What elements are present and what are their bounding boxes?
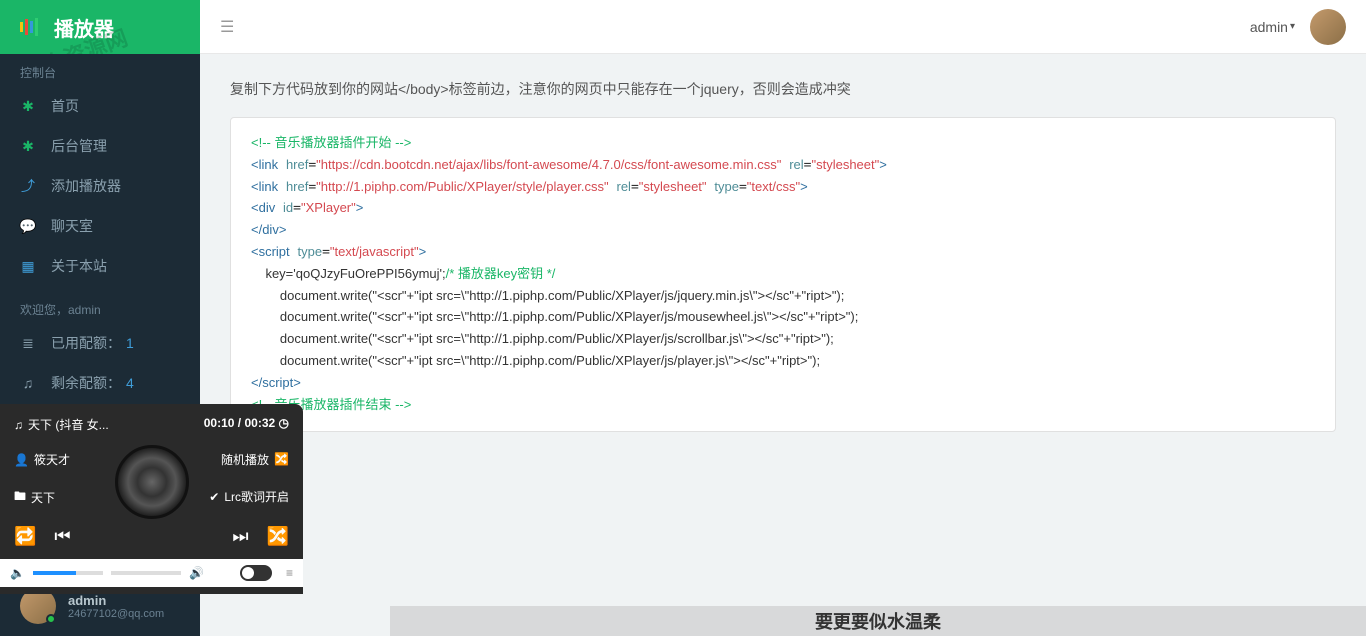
player-song: ♫天下 (抖音 女... (14, 416, 109, 433)
player-mode[interactable]: 随机播放 🔀 (221, 451, 289, 468)
status-badge (46, 614, 56, 624)
grid-icon: ▦ (20, 258, 36, 275)
sidebar-item-label: 后台管理 (51, 136, 107, 156)
prev-button[interactable]: ⏮ (54, 526, 70, 547)
sidebar-item-label: 首页 (51, 96, 79, 116)
music-icon: ♫ (20, 375, 36, 391)
sidebar-item-label: 聊天室 (51, 216, 93, 236)
volume-bar[interactable] (111, 571, 181, 575)
quota-used-value: 1 (126, 335, 134, 351)
player-time: 00:10 / 00:32 ◷ (204, 416, 289, 430)
quota-remain: ♫ 剩余配额： 4 (0, 363, 200, 403)
star-icon: ✱ (20, 138, 36, 155)
lyrics-text: 要更要似水温柔 (815, 608, 941, 634)
sidebar-item-home[interactable]: ✱ 首页 (0, 86, 200, 126)
logo-icon (20, 15, 44, 39)
username-label: admin (1250, 19, 1288, 35)
user-icon: 👤 (14, 453, 29, 467)
music-player: ♫天下 (抖音 女... 👤筱天才 🖿天下 🔁 ⏮ 00:10 / 00:32 … (0, 404, 303, 594)
sidebar-toggle-icon[interactable]: ☰ (220, 17, 234, 37)
repeat-button[interactable]: 🔁 (14, 526, 36, 547)
instruction-text: 复制下方代码放到你的网站</body>标签前边，注意你的网页中只能存在一个jqu… (230, 79, 1336, 99)
plus-icon: ⤴ (20, 176, 36, 196)
welcome-label: 欢迎您，admin (0, 286, 200, 323)
quota-used: ≣ 已用配额： 1 (0, 323, 200, 363)
sidebar-item-label: 关于本站 (51, 256, 107, 276)
player-footer: 🔈 🔊 ≡ (0, 559, 303, 587)
clock-icon: ◷ (279, 416, 289, 430)
user-email: 24677102@qq.com (68, 608, 164, 620)
check-icon: ✔ (209, 490, 219, 504)
menu-icon[interactable]: ≡ (286, 566, 293, 580)
star-icon: ✱ (20, 98, 36, 115)
progress-bar[interactable] (33, 571, 103, 575)
album-art[interactable] (115, 445, 189, 519)
caret-down-icon: ▾ (1290, 21, 1295, 32)
user-menu[interactable]: admin ▾ (1250, 9, 1346, 45)
user-info: admin 24677102@qq.com (68, 593, 164, 620)
main-content: 复制下方代码放到你的网站</body>标签前边，注意你的网页中只能存在一个jqu… (200, 54, 1366, 636)
next-button[interactable]: ⏭ (232, 526, 248, 547)
header: 播放器 ☰ admin ▾ (0, 0, 1366, 54)
quota-remain-value: 4 (126, 375, 134, 391)
user-name: admin (68, 593, 164, 608)
player-lrc-status[interactable]: ✔Lrc歌词开启 (209, 488, 289, 505)
folder-icon: 🖿 (14, 487, 26, 508)
sidebar-section-label: 控制台 (0, 54, 200, 86)
player-album: 🖿天下 (14, 487, 109, 508)
sidebar-item-about[interactable]: ▦ 关于本站 (0, 246, 200, 286)
sidebar-item-chat[interactable]: 💬 聊天室 (0, 206, 200, 246)
volume-mute-icon[interactable]: 🔈 (10, 566, 25, 580)
sidebar-item-label: 添加播放器 (51, 176, 121, 196)
avatar (1310, 9, 1346, 45)
volume-icon[interactable]: 🔊 (189, 566, 204, 580)
app-title: 播放器 (54, 13, 114, 42)
shuffle-button[interactable]: 🔀 (267, 526, 289, 547)
shuffle-icon: 🔀 (274, 452, 289, 466)
chat-icon: 💬 (20, 218, 36, 235)
code-block[interactable]: <!-- 音乐播放器插件开始 --> <link href="https://c… (230, 117, 1336, 432)
player-artist: 👤筱天才 (14, 451, 109, 468)
header-right: ☰ admin ▾ (200, 0, 1366, 54)
list-icon: ≣ (20, 335, 36, 352)
sidebar-item-add-player[interactable]: ⤴ 添加播放器 (0, 166, 200, 206)
lyrics-bar: 要更要似水温柔 (390, 606, 1366, 636)
music-icon: ♫ (14, 418, 23, 432)
logo-area: 播放器 (0, 0, 200, 54)
sidebar-item-admin[interactable]: ✱ 后台管理 (0, 126, 200, 166)
theme-switch[interactable] (240, 565, 272, 581)
